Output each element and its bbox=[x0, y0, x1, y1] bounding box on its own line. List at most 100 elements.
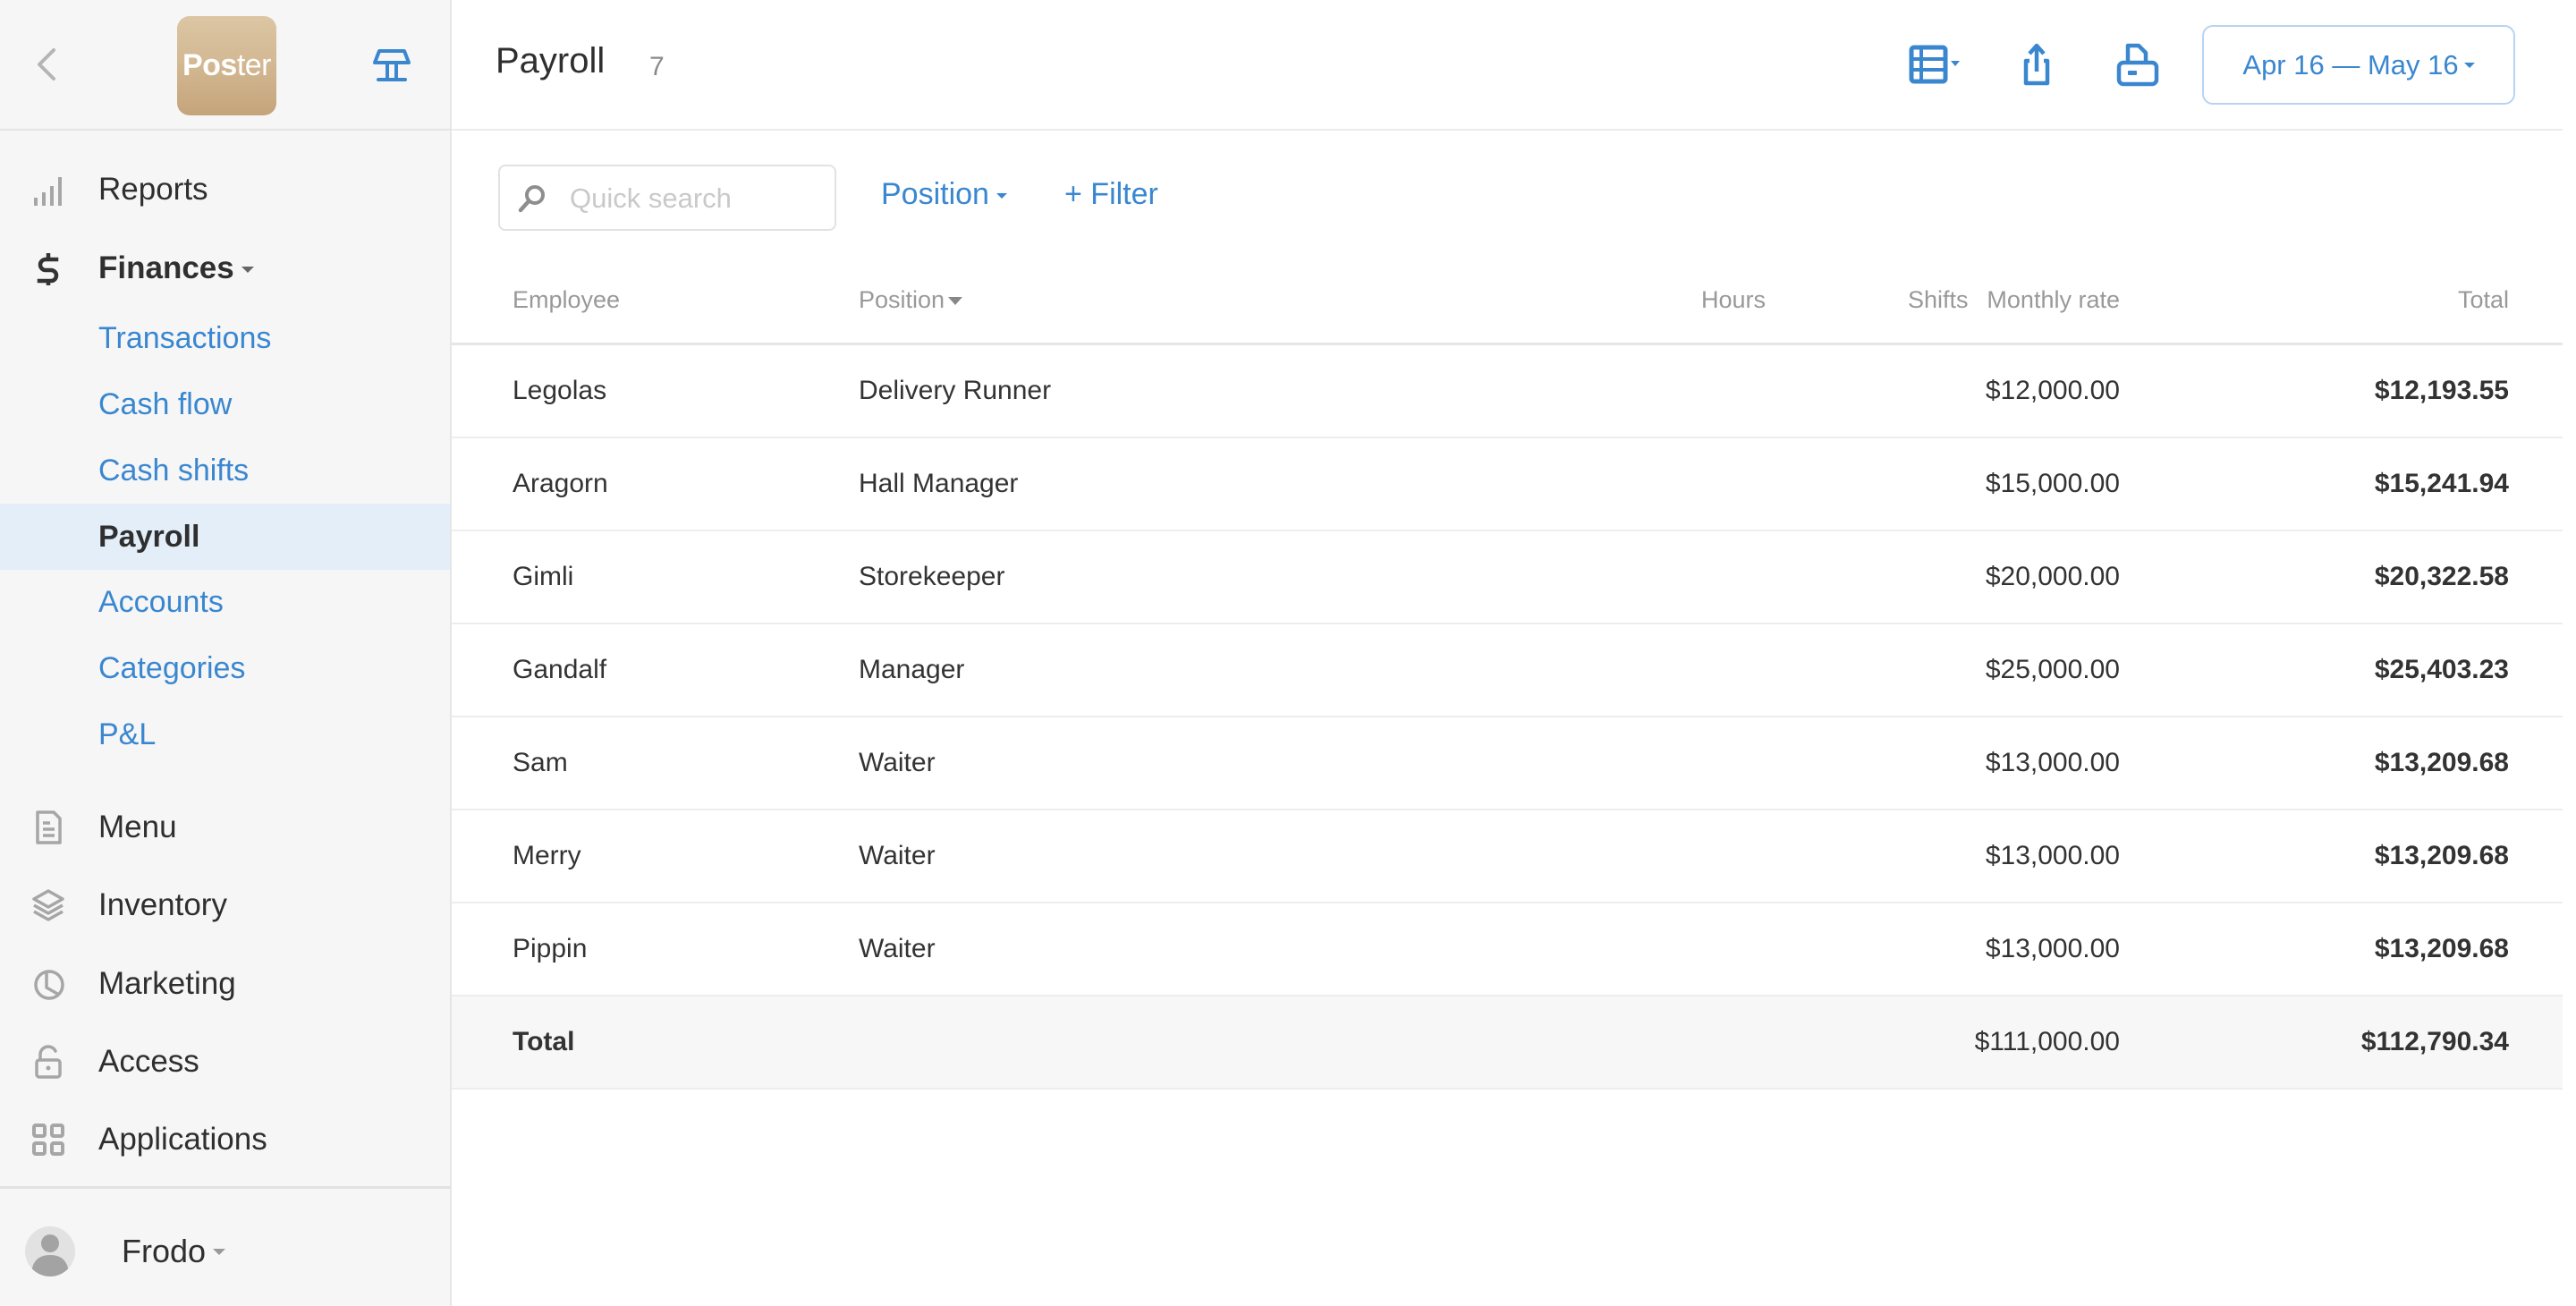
export-icon bbox=[2023, 43, 2050, 86]
cell-total: $13,209.68 bbox=[2374, 748, 2509, 777]
sidebar-item-payroll[interactable]: Payroll bbox=[0, 504, 450, 570]
cell-monthly-rate: $12,000.00 bbox=[1985, 376, 2120, 405]
cell-employee: Gimli bbox=[513, 562, 574, 591]
nav-item-access[interactable]: Access bbox=[0, 1029, 450, 1095]
export-button[interactable] bbox=[2017, 41, 2056, 89]
cell-position: Manager bbox=[859, 655, 965, 684]
cell-total: $20,322.58 bbox=[2374, 562, 2509, 591]
bar-chart-icon bbox=[34, 177, 62, 206]
dollar-icon bbox=[37, 253, 59, 285]
cell-monthly-rate: $20,000.00 bbox=[1985, 562, 2120, 591]
cell-total: $12,193.55 bbox=[2374, 376, 2509, 405]
sidebar-item-cash-flow[interactable]: Cash flow bbox=[0, 371, 450, 437]
chevron-down-icon bbox=[213, 1248, 226, 1255]
page-header: Payroll 7 Apr 16 — May 16 bbox=[452, 0, 2563, 131]
sidebar-item-transactions[interactable]: Transactions bbox=[0, 305, 450, 371]
table-row[interactable]: Aragorn Hall Manager $15,000.00 $15,241.94 bbox=[452, 438, 2563, 531]
table-columns-button[interactable] bbox=[1905, 41, 1968, 89]
sub-item-label: Accounts bbox=[98, 584, 224, 619]
sub-item-label: Payroll bbox=[98, 519, 200, 554]
cell-total: $13,209.68 bbox=[2374, 841, 2509, 870]
cell-position: Waiter bbox=[859, 748, 936, 777]
cell-monthly-rate: $25,000.00 bbox=[1985, 655, 2120, 684]
sidebar-item-pnl[interactable]: P&L bbox=[0, 701, 450, 767]
cell-position: Hall Manager bbox=[859, 469, 1019, 498]
nav-item-reports[interactable]: Reports bbox=[0, 157, 450, 223]
pos-terminal-button[interactable] bbox=[372, 48, 411, 84]
sidebar: Pos ter Reports Finances Transactions Ca… bbox=[0, 0, 452, 1306]
chevron-left-icon bbox=[38, 48, 55, 81]
cell-employee: Aragorn bbox=[513, 469, 608, 498]
sidebar-item-cash-shifts[interactable]: Cash shifts bbox=[0, 437, 450, 504]
nav-label: Applications bbox=[98, 1122, 267, 1157]
search-input[interactable] bbox=[570, 177, 829, 220]
nav-item-marketing[interactable]: Marketing bbox=[0, 951, 450, 1017]
column-header-label: Position bbox=[859, 286, 945, 313]
table-row[interactable]: Sam Waiter $13,000.00 $13,209.68 bbox=[452, 717, 2563, 810]
avatar bbox=[25, 1226, 75, 1276]
add-filter-button[interactable]: + Filter bbox=[1064, 177, 1158, 212]
table-row[interactable]: Gimli Storekeeper $20,000.00 $20,322.58 bbox=[452, 531, 2563, 624]
table-total-row: Total $111,000.00 $112,790.34 bbox=[452, 996, 2563, 1090]
cell-monthly-rate: $13,000.00 bbox=[1985, 748, 2120, 777]
nav-label: Menu bbox=[98, 810, 177, 844]
position-filter-dropdown[interactable]: Position bbox=[881, 177, 1007, 212]
quick-search[interactable] bbox=[498, 165, 836, 231]
poster-logo[interactable]: Pos ter bbox=[177, 16, 276, 115]
column-header-hours[interactable]: Hours bbox=[1701, 286, 1766, 314]
user-icon bbox=[31, 1234, 69, 1276]
table-row[interactable]: Merry Waiter $13,000.00 $13,209.68 bbox=[452, 810, 2563, 903]
cell-position: Delivery Runner bbox=[859, 376, 1052, 405]
date-range-label: Apr 16 — May 16 bbox=[2242, 48, 2459, 81]
sub-item-label: Cash shifts bbox=[98, 453, 250, 488]
cell-monthly-rate: $13,000.00 bbox=[1985, 934, 2120, 963]
user-menu[interactable]: Frodo bbox=[25, 1225, 226, 1278]
nav-label: Access bbox=[98, 1044, 199, 1079]
total-label: Total bbox=[513, 1027, 575, 1056]
print-button[interactable] bbox=[2114, 41, 2162, 89]
nav-label-text: Finances bbox=[98, 250, 234, 285]
document-icon bbox=[36, 810, 62, 844]
position-filter-label: Position bbox=[881, 177, 989, 211]
back-button[interactable] bbox=[30, 45, 63, 84]
cell-total: $15,241.94 bbox=[2374, 469, 2509, 498]
unlock-icon bbox=[35, 1045, 62, 1079]
nav-item-applications[interactable]: Applications bbox=[0, 1107, 450, 1173]
nav-label: Marketing bbox=[98, 966, 236, 1001]
cell-employee: Pippin bbox=[513, 934, 588, 963]
cell-employee: Gandalf bbox=[513, 655, 607, 684]
sidebar-footer: Frodo bbox=[0, 1186, 450, 1306]
column-header-total[interactable]: Total bbox=[2458, 286, 2509, 314]
sidebar-item-accounts[interactable]: Accounts bbox=[0, 569, 450, 635]
nav-item-inventory[interactable]: Inventory bbox=[0, 872, 450, 938]
sub-item-label: Categories bbox=[98, 650, 246, 685]
date-range-picker[interactable]: Apr 16 — May 16 bbox=[2202, 25, 2515, 105]
main-content: Payroll 7 Apr 16 — May 16 Quick search P… bbox=[452, 0, 2576, 1306]
total-amount: $112,790.34 bbox=[2360, 1027, 2509, 1056]
grid-icon bbox=[32, 1124, 64, 1156]
user-name: Frodo bbox=[122, 1233, 207, 1269]
table-row[interactable]: Gandalf Manager $25,000.00 $25,403.23 bbox=[452, 624, 2563, 717]
print-icon bbox=[2116, 43, 2159, 87]
table-header: Employee Position Monthly rate Hours Shi… bbox=[452, 259, 2563, 345]
page-title: Payroll bbox=[496, 41, 606, 81]
cell-monthly-rate: $15,000.00 bbox=[1985, 469, 2120, 498]
nav-item-menu[interactable]: Menu bbox=[0, 794, 450, 861]
table-row[interactable]: Legolas Delivery Runner $12,000.00 $12,193.… bbox=[452, 345, 2563, 438]
column-header-employee[interactable]: Employee bbox=[513, 286, 620, 314]
search-icon bbox=[518, 185, 545, 213]
table-row[interactable]: Pippin Waiter $13,000.00 $13,209.68 bbox=[452, 903, 2563, 996]
logo-text-thin: ter bbox=[236, 48, 272, 82]
column-header-monthly-rate[interactable]: Monthly rate bbox=[1987, 286, 2120, 314]
nav-item-finances[interactable]: Finances bbox=[0, 235, 450, 301]
cell-total: $25,403.23 bbox=[2374, 655, 2509, 684]
column-header-shifts[interactable]: Shifts bbox=[1908, 286, 1969, 314]
sidebar-item-categories[interactable]: Categories bbox=[0, 635, 450, 701]
nav-label: Finances bbox=[98, 250, 254, 286]
chevron-down-icon bbox=[996, 193, 1007, 199]
table-body: Legolas Delivery Runner $12,000.00 $12,193.… bbox=[452, 345, 2563, 996]
add-filter-label: + Filter bbox=[1064, 177, 1158, 211]
payroll-table: Employee Position Monthly rate Hours Shi… bbox=[452, 259, 2563, 1090]
sub-item-label: Transactions bbox=[98, 320, 272, 355]
column-header-position[interactable]: Position bbox=[859, 286, 963, 314]
